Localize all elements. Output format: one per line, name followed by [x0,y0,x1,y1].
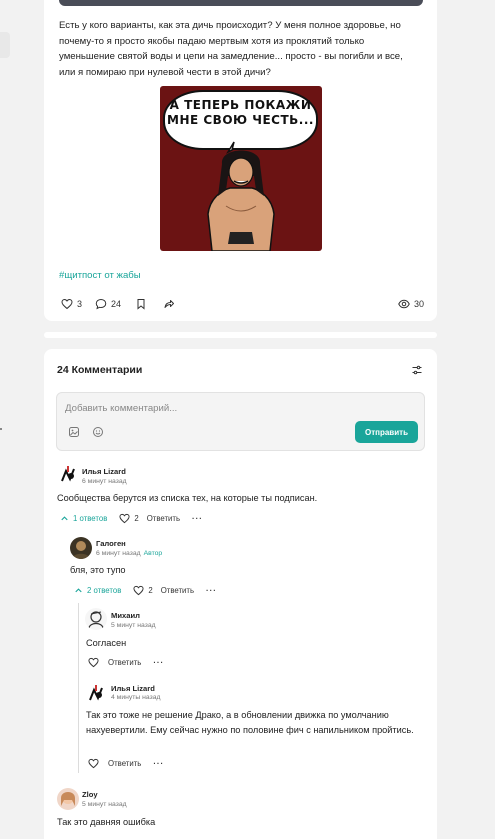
avatar[interactable] [57,463,79,485]
comment-time: 4 минуты назад [111,694,161,701]
heart-icon [61,298,73,310]
reply-button[interactable]: Ответить [147,514,180,523]
comment-compose-box: Отправить [56,392,425,451]
comment-author[interactable]: Zloy [82,790,98,799]
girl-avatar-icon [57,788,79,810]
warrior-figure [207,141,275,251]
post-banner-edge [59,0,423,6]
lizard-avatar-icon [57,463,79,485]
post-text: Есть у кого варианты, как эта дичь проис… [59,20,403,78]
like-comment-button[interactable]: 2 [119,513,139,524]
replies-count: 1 ответов [73,514,108,523]
avatar[interactable] [70,537,92,559]
avatar[interactable] [57,788,79,810]
like-comment-button[interactable]: 2 [133,585,153,596]
heart-icon [88,758,99,769]
share-action[interactable] [163,297,175,311]
bookmark-icon [137,299,145,310]
thread-line [78,603,79,773]
filter-sliders-icon[interactable] [411,364,423,376]
lizard-avatar-icon [85,682,107,704]
comment-icon [95,298,107,310]
comment-text: Согласен [86,638,127,648]
toggle-replies-button[interactable]: 2 ответов [73,585,121,596]
emoji-icon[interactable] [92,426,104,438]
comment-actions: 1 ответов 2 Ответить ··· [59,513,203,524]
more-options-icon[interactable]: ··· [153,759,164,768]
avatar[interactable] [85,682,107,704]
bookmark-action[interactable] [135,297,147,311]
comment-text: Так это давняя ошибка [57,817,156,827]
comment-time: 5 минут назад [82,801,127,808]
author-badge: Автор [143,550,163,557]
more-options-icon[interactable]: ··· [153,658,164,667]
comment-author[interactable]: Михаил [111,611,140,620]
comment-actions: 2 ответов 2 Ответить ··· [73,585,217,596]
section-divider-card [44,332,437,338]
side-marker [0,428,2,430]
replies-count: 2 ответов [87,586,122,595]
reply-button[interactable]: Ответить [161,586,194,595]
avatar[interactable] [85,608,107,630]
toggle-replies-button[interactable]: 1 ответов [59,513,107,524]
comment-author[interactable]: Илья Lizard [82,467,126,476]
heart-icon [88,657,99,668]
comment-actions: Ответить ··· [88,657,164,668]
comments-action[interactable]: 24 [95,297,121,311]
like-count: 3 [77,299,83,309]
comment-count: 24 [111,299,122,309]
sketch-avatar-icon [85,608,107,630]
share-icon [164,300,174,308]
views-count: 30 [414,299,425,309]
send-comment-button[interactable]: Отправить [355,421,418,443]
reply-button[interactable]: Ответить [108,658,141,667]
chevron-up-icon [75,588,82,593]
comment-time: 5 минут назад [111,622,156,629]
eye-icon [398,299,410,309]
reply-button[interactable]: Ответить [108,759,141,768]
warrior-meme-image[interactable]: А ТЕПЕРЬ ПОКАЖИ МНЕ СВОЮ ЧЕСТЬ... [160,86,322,251]
comment-time-with-badge: 6 минут назад Автор [96,550,162,557]
portrait-avatar-icon [70,537,92,559]
comment-like-count: 2 [134,514,139,523]
more-options-icon[interactable]: ··· [192,514,203,523]
comment-author[interactable]: Галоген [96,539,126,548]
like-action[interactable]: 3 [61,297,82,311]
side-panel-tab[interactable] [0,32,10,58]
chevron-up-icon [61,516,68,521]
like-comment-button[interactable] [88,758,99,769]
comment-text: бля, это тупо [70,565,126,575]
post-hashtag[interactable]: #щитпост от жабы [59,270,141,281]
comment-text: Сообщества берутся из списка тех, на кот… [57,493,318,503]
comment-like-count: 2 [148,586,153,595]
comment-input[interactable] [65,403,345,414]
more-options-icon[interactable]: ··· [206,586,217,595]
comment-time: 6 минут назад [96,550,141,557]
comments-title: 24 Комментарии [57,364,143,376]
views-indicator: 30 [398,297,424,311]
comment-time: 6 минут назад [82,478,127,485]
comment-text: Так это тоже не решение Драко, а в обнов… [86,710,414,735]
like-comment-button[interactable] [88,657,99,668]
comment-author[interactable]: Илья Lizard [111,684,155,693]
comment-actions: Ответить ··· [88,758,164,769]
heart-icon [119,513,130,524]
image-upload-icon[interactable] [68,426,80,438]
heart-icon [133,585,144,596]
